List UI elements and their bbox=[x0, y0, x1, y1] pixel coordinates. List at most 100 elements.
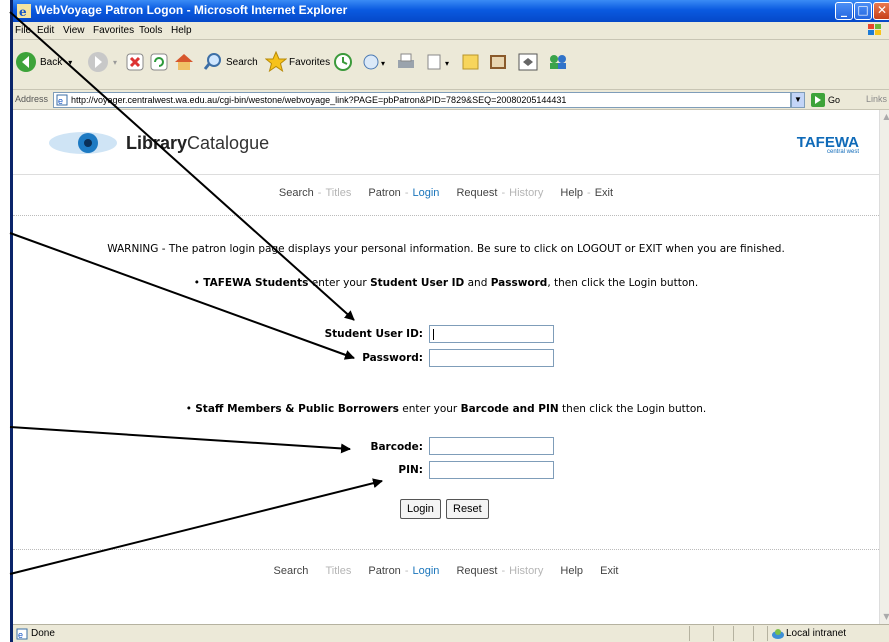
library-catalogue-logo: LibraryCatalogue bbox=[48, 130, 269, 156]
address-dropdown-icon[interactable]: ▼ bbox=[791, 92, 805, 108]
forward-arrow-icon bbox=[88, 52, 108, 72]
toolbar: Back ▾ ▾ Search Favorites ▾ ▾ bbox=[13, 40, 889, 90]
scroll-up-icon[interactable]: ▲ bbox=[880, 110, 889, 124]
nav-patron[interactable]: Patron bbox=[368, 187, 400, 199]
staff-instructions: • Staff Members & Public Borrowers enter… bbox=[185, 403, 707, 415]
messenger-window-button[interactable] bbox=[517, 50, 539, 74]
password-label: Password: bbox=[362, 352, 423, 364]
student-id-label: Student User ID: bbox=[324, 328, 423, 340]
address-bar: Address e http://voyager.centralwest.wa.… bbox=[13, 90, 889, 110]
address-label: Address bbox=[15, 94, 49, 104]
logo-bold-text: Library bbox=[126, 132, 188, 153]
address-url: http://voyager.centralwest.wa.edu.au/cgi… bbox=[71, 95, 567, 105]
footer-nav-help[interactable]: Help bbox=[560, 565, 583, 577]
title-bar: e WebVoyage Patron Logon - Microsoft Int… bbox=[13, 0, 889, 22]
status-divider bbox=[767, 626, 768, 641]
footer-nav-titles[interactable]: Titles bbox=[325, 565, 351, 577]
status-divider bbox=[733, 626, 734, 641]
go-label: Go bbox=[828, 95, 841, 105]
footer-nav-history[interactable]: History bbox=[509, 565, 543, 577]
menu-edit[interactable]: Edit bbox=[37, 25, 54, 36]
student-id-input[interactable] bbox=[429, 325, 554, 343]
status-bar: e Done Local intranet bbox=[13, 624, 889, 642]
vertical-scrollbar[interactable]: ▲ ▼ bbox=[879, 110, 889, 624]
footer-nav-patron[interactable]: Patron bbox=[368, 565, 400, 577]
links-label[interactable]: Links bbox=[866, 94, 887, 104]
page-icon: e bbox=[56, 94, 68, 106]
windows-flag-icon bbox=[868, 24, 881, 35]
mail-button[interactable]: ▾ bbox=[361, 50, 391, 74]
pin-label: PIN: bbox=[398, 464, 423, 476]
page-content: LibraryCatalogue TAFEWA central west Sea… bbox=[13, 110, 879, 624]
mail-icon: ▾ bbox=[363, 54, 385, 70]
home-button[interactable] bbox=[173, 50, 195, 74]
footer-nav-login[interactable]: Login bbox=[412, 565, 439, 577]
reset-button[interactable]: Reset bbox=[446, 499, 489, 519]
tafewa-logo: TAFEWA central west bbox=[797, 134, 859, 155]
nav-exit[interactable]: Exit bbox=[595, 187, 613, 199]
password-input[interactable] bbox=[429, 349, 554, 367]
barcode-input[interactable] bbox=[429, 437, 554, 455]
back-dropdown-icon[interactable]: ▾ bbox=[68, 58, 72, 67]
edit-button[interactable]: ▾ bbox=[425, 50, 455, 74]
text-cursor bbox=[433, 329, 434, 340]
edit-page-icon: ▾ bbox=[427, 54, 449, 70]
top-navigation: Search - Titles Patron - Login Request - Histo… bbox=[278, 187, 614, 199]
eye-logo-icon bbox=[49, 132, 117, 154]
status-divider bbox=[753, 626, 754, 641]
menu-view[interactable]: View bbox=[63, 25, 85, 36]
scroll-down-icon[interactable]: ▼ bbox=[880, 610, 889, 624]
refresh-icon bbox=[150, 53, 168, 71]
menu-file[interactable]: File bbox=[15, 25, 31, 36]
back-button[interactable]: Back ▾ bbox=[15, 50, 72, 74]
messenger-button[interactable] bbox=[547, 50, 569, 74]
favorites-button[interactable]: Favorites bbox=[265, 50, 330, 74]
search-label: Search bbox=[226, 56, 258, 68]
menu-tools[interactable]: Tools bbox=[139, 25, 162, 36]
menu-help[interactable]: Help bbox=[171, 25, 192, 36]
close-button[interactable]: ✕ bbox=[873, 2, 889, 20]
search-button[interactable]: Search bbox=[203, 50, 258, 74]
discuss-button[interactable] bbox=[461, 50, 481, 74]
footer-nav-search[interactable]: Search bbox=[274, 565, 309, 577]
footer-divider bbox=[13, 549, 879, 550]
maximize-button[interactable]: □ bbox=[854, 2, 872, 20]
svg-text:e: e bbox=[58, 96, 63, 106]
nav-divider bbox=[13, 215, 879, 216]
history-button[interactable] bbox=[333, 50, 353, 74]
back-arrow-icon bbox=[16, 52, 36, 72]
home-icon bbox=[175, 54, 193, 70]
minimize-button[interactable]: _ bbox=[835, 2, 853, 20]
login-button[interactable]: Login bbox=[400, 499, 441, 519]
stop-button[interactable] bbox=[125, 50, 145, 74]
pin-input[interactable] bbox=[429, 461, 554, 479]
print-button[interactable] bbox=[395, 50, 417, 74]
research-book-icon bbox=[490, 55, 506, 69]
svg-text:▾: ▾ bbox=[445, 59, 449, 68]
nav-titles[interactable]: Titles bbox=[325, 187, 351, 199]
barcode-label: Barcode: bbox=[370, 441, 423, 453]
address-input[interactable]: e http://voyager.centralwest.wa.edu.au/c… bbox=[53, 92, 791, 108]
nav-history[interactable]: History bbox=[509, 187, 543, 199]
refresh-button[interactable] bbox=[149, 50, 169, 74]
go-arrow-icon bbox=[811, 93, 825, 107]
footer-nav-exit[interactable]: Exit bbox=[600, 565, 618, 577]
menu-bar: File Edit View Favorites Tools Help bbox=[13, 22, 889, 40]
go-button[interactable]: Go bbox=[811, 93, 840, 107]
stop-icon bbox=[126, 53, 144, 71]
security-zone: Local intranet bbox=[786, 628, 847, 639]
nav-request[interactable]: Request bbox=[456, 187, 497, 199]
research-button[interactable] bbox=[487, 50, 509, 74]
nav-help[interactable]: Help bbox=[560, 187, 583, 199]
nav-login[interactable]: Login bbox=[412, 187, 439, 199]
forward-button[interactable]: ▾ bbox=[87, 50, 117, 74]
window-title: WebVoyage Patron Logon - Microsoft Inter… bbox=[35, 3, 348, 17]
forward-dropdown-icon[interactable]: ▾ bbox=[113, 58, 117, 67]
search-icon bbox=[203, 53, 221, 70]
history-icon bbox=[334, 53, 352, 71]
nav-search[interactable]: Search bbox=[279, 187, 314, 199]
menu-favorites[interactable]: Favorites bbox=[93, 25, 134, 36]
footer-nav-request[interactable]: Request bbox=[456, 565, 497, 577]
intranet-icon bbox=[772, 629, 784, 639]
favorites-label: Favorites bbox=[289, 56, 331, 68]
